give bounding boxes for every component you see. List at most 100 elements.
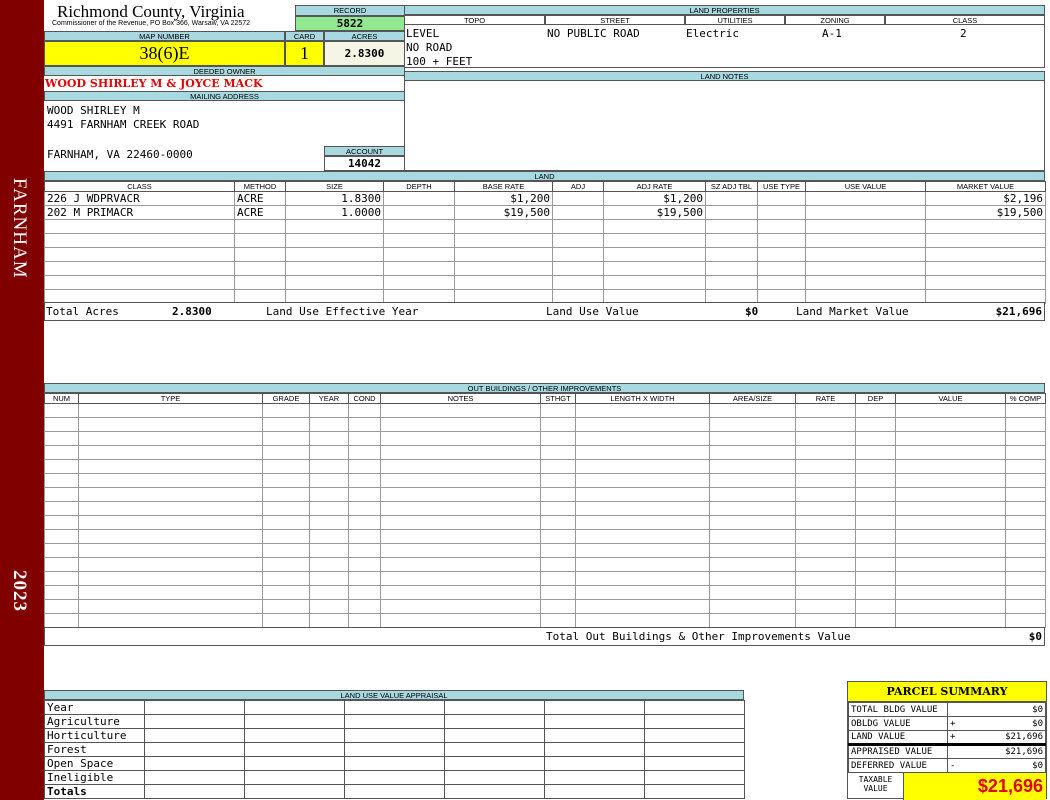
table-cell xyxy=(540,459,576,474)
table-cell xyxy=(575,515,710,530)
table-cell xyxy=(285,275,384,290)
table-cell xyxy=(895,501,1006,516)
table-cell xyxy=(383,191,455,206)
summary-label: APPRAISED VALUE xyxy=(848,744,948,759)
table-cell xyxy=(709,487,796,502)
table-cell xyxy=(262,585,310,600)
table-row: Forest xyxy=(44,742,745,757)
table-cell xyxy=(855,543,896,558)
table-row xyxy=(44,501,1046,516)
land-properties-label: LAND PROPERTIES xyxy=(404,5,1045,15)
table-cell xyxy=(144,770,245,785)
acres-value: 2.8300 xyxy=(324,41,405,66)
table-cell xyxy=(895,445,1006,460)
column-header: DEP xyxy=(855,393,896,404)
mailing-line-2: 4491 FARNHAM CREEK ROAD xyxy=(47,118,200,131)
table-cell xyxy=(348,599,381,614)
table-cell xyxy=(895,487,1006,502)
table-row xyxy=(44,571,1046,586)
card-label: CARD xyxy=(285,31,324,41)
table-cell xyxy=(78,515,263,530)
table-cell xyxy=(603,247,706,262)
table-cell xyxy=(380,571,541,586)
table-cell xyxy=(234,247,286,262)
total-acres-value: 2.8300 xyxy=(172,305,212,318)
table-cell xyxy=(805,205,926,220)
topo-1: LEVEL xyxy=(406,27,440,40)
table-cell xyxy=(1005,529,1046,544)
table-cell xyxy=(544,784,645,799)
table-cell xyxy=(309,613,349,628)
table-cell xyxy=(855,585,896,600)
table-cell xyxy=(709,459,796,474)
table-row xyxy=(44,219,1046,234)
table-cell xyxy=(925,261,1046,276)
table-row xyxy=(44,459,1046,474)
table-cell xyxy=(895,571,1006,586)
table-row xyxy=(44,557,1046,572)
table-cell xyxy=(705,247,758,262)
column-header: USE TYPE xyxy=(757,181,806,192)
table-cell xyxy=(454,247,553,262)
table-cell xyxy=(262,571,310,586)
table-row xyxy=(44,233,1046,248)
table-cell xyxy=(244,700,345,715)
table-cell: 1.0000 xyxy=(285,205,384,220)
table-cell xyxy=(895,543,1006,558)
table-cell xyxy=(552,191,604,206)
land-market-value: $21,696 xyxy=(995,305,1042,318)
table-cell xyxy=(44,431,79,446)
table-cell xyxy=(925,233,1046,248)
table-cell xyxy=(78,501,263,516)
table-cell xyxy=(644,728,745,743)
table-cell xyxy=(855,473,896,488)
table-cell xyxy=(603,233,706,248)
summary-operator: - xyxy=(950,760,956,771)
column-header-row: NUM TYPE GRADE YEAR COND NOTES STHGT LENGTH X W… xyxy=(44,393,1046,404)
land-label: LAND xyxy=(44,171,1045,181)
table-cell xyxy=(344,742,445,757)
table-cell xyxy=(895,417,1006,432)
table-cell xyxy=(380,487,541,502)
table-cell xyxy=(603,219,706,234)
table-cell xyxy=(234,261,286,276)
table-cell: Open Space xyxy=(44,756,145,771)
table-cell xyxy=(44,571,79,586)
table-cell xyxy=(757,191,806,206)
table-cell xyxy=(348,431,381,446)
table-cell xyxy=(144,728,245,743)
class-value: 2 xyxy=(960,27,967,40)
outbuildings-total-label: Total Out Buildings & Other Improvements… xyxy=(546,630,851,643)
table-cell xyxy=(540,529,576,544)
table-cell xyxy=(855,613,896,628)
table-cell xyxy=(575,543,710,558)
table-cell xyxy=(540,487,576,502)
table-cell xyxy=(380,557,541,572)
table-cell xyxy=(262,473,310,488)
column-header: YEAR xyxy=(309,393,349,404)
table-cell xyxy=(540,417,576,432)
column-header: VALUE xyxy=(895,393,1006,404)
land-prop-col-header: ZONING xyxy=(785,15,885,25)
table-cell xyxy=(262,501,310,516)
table-cell xyxy=(709,585,796,600)
table-cell xyxy=(262,529,310,544)
land-notes-panel xyxy=(404,71,1045,171)
table-cell xyxy=(444,728,545,743)
table-cell: 226 J WDPRVACR xyxy=(44,191,235,206)
table-cell xyxy=(705,233,758,248)
table-cell xyxy=(603,261,706,276)
table-cell xyxy=(78,445,263,460)
column-header: MARKET VALUE xyxy=(925,181,1046,192)
table-cell: $1,200 xyxy=(603,191,706,206)
district-name: FARNHAM xyxy=(9,178,30,279)
table-cell xyxy=(1005,473,1046,488)
table-cell xyxy=(855,445,896,460)
table-row xyxy=(44,403,1046,418)
outbuildings-total-value: $0 xyxy=(1028,630,1042,643)
table-row xyxy=(44,515,1046,530)
table-cell: Horticulture xyxy=(44,728,145,743)
table-cell xyxy=(380,543,541,558)
table-cell xyxy=(234,233,286,248)
district-sidebar: FARNHAM 2023 xyxy=(0,0,44,800)
